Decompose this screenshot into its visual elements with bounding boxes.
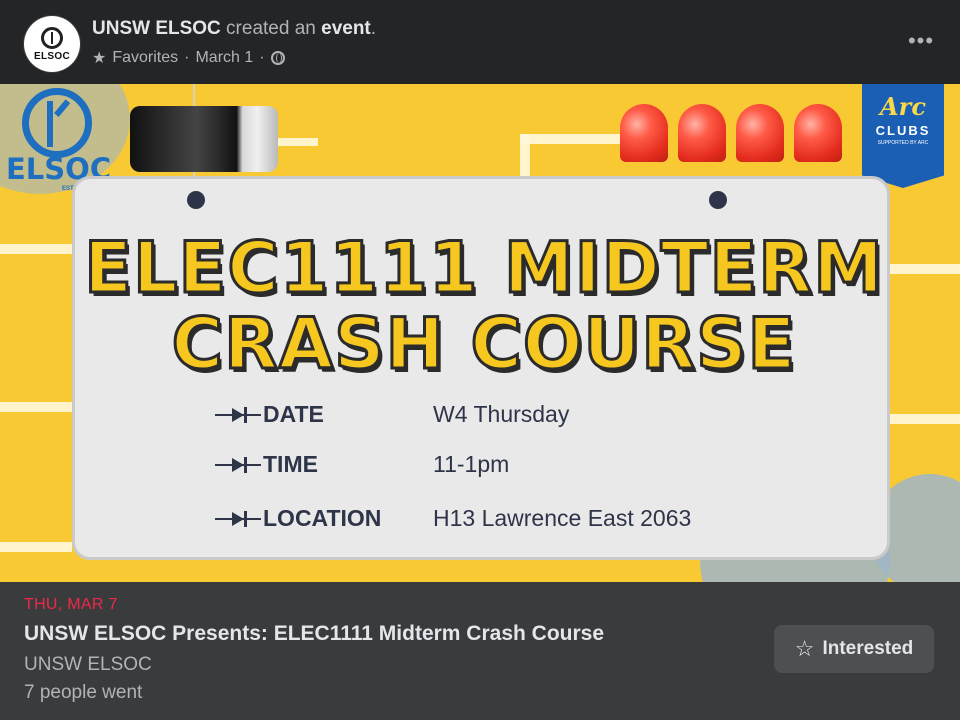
action-text: created an (220, 18, 322, 39)
led-icon (620, 104, 668, 162)
more-options-icon: ••• (907, 28, 935, 53)
diode-icon (215, 456, 261, 474)
action-end: . (370, 18, 377, 39)
meta-separator-2: · (259, 49, 265, 66)
event-sign-board: ELEC1111 MIDTERM CRASH COURSE DATE W4 Th… (72, 176, 890, 560)
info-row-location: LOCATION H13 Lawrence East 2063 (215, 505, 691, 532)
arc-logo-text: Arc (880, 92, 926, 121)
elsoc-emblem-icon (22, 88, 92, 158)
audience-label: Favorites (112, 49, 179, 66)
sign-title-line2: CRASH COURSE (170, 302, 797, 387)
info-value-time: 11-1pm (433, 451, 510, 477)
interested-button[interactable]: ☆ Interested (774, 625, 934, 673)
more-options-button[interactable]: ••• (904, 24, 938, 58)
event-details: THU, MAR 7 UNSW ELSOC Presents: ELEC1111… (0, 582, 960, 720)
event-date: THU, MAR 7 (24, 596, 118, 613)
post-date-link[interactable]: March 1 (195, 49, 253, 67)
page-avatar[interactable]: ELSOC (24, 16, 80, 72)
info-row-time: TIME 11-1pm (215, 451, 509, 478)
sign-pin (709, 191, 727, 209)
led-icon (678, 104, 726, 162)
circuit-trace (890, 264, 960, 274)
event-cover-image[interactable]: ELSOC EST. 1954 Arc CLUBS SUPPORTED BY A… (0, 84, 960, 582)
info-label-location: LOCATION (263, 505, 382, 531)
event-host: UNSW ELSOC (24, 654, 152, 675)
info-row-date: DATE W4 Thursday (215, 401, 569, 428)
sign-pin (187, 191, 205, 209)
circuit-trace (0, 402, 72, 412)
led-icon (736, 104, 784, 162)
event-attendance: 7 people went (24, 682, 143, 703)
elsoc-emblem-icon (41, 26, 63, 49)
arc-clubs-badge: Arc CLUBS SUPPORTED BY ARC (862, 84, 944, 188)
star-icon: ☆ (794, 636, 815, 661)
sign-title-line1: ELEC1111 MIDTERM (83, 226, 885, 311)
circuit-trace (520, 134, 630, 144)
diode-icon (215, 510, 261, 528)
info-label-time: TIME (263, 451, 318, 477)
circuit-trace (0, 244, 72, 254)
favorites-star-icon: ★ (92, 50, 107, 67)
arc-clubs-text: CLUBS (875, 123, 931, 138)
interested-label: Interested (822, 638, 914, 659)
diode-icon (215, 406, 261, 424)
event-title-link[interactable]: UNSW ELSOC Presents: ELEC1111 Midterm Cr… (24, 622, 604, 646)
post-header: ELSOC UNSW ELSOC created an event. ★ Fav… (0, 0, 960, 84)
meta-separator: · (184, 49, 190, 66)
circuit-trace (890, 414, 960, 424)
post-headline: UNSW ELSOC created an event. (92, 18, 376, 40)
info-label-date: DATE (263, 401, 324, 427)
circuit-trace (0, 542, 72, 552)
globe-icon (270, 51, 285, 65)
post-meta: ★ Favorites · March 1 · (92, 48, 285, 68)
event-link[interactable]: event (321, 18, 371, 39)
avatar-text: ELSOC (34, 50, 70, 62)
arc-small-text: SUPPORTED BY ARC (877, 140, 929, 146)
led-icon (794, 104, 842, 162)
circuit-trace (278, 138, 318, 146)
avatar-logo: ELSOC (28, 20, 76, 68)
info-value-location: H13 Lawrence East 2063 (433, 505, 692, 531)
page-name-link[interactable]: UNSW ELSOC (92, 18, 221, 39)
info-value-date: W4 Thursday (433, 401, 570, 427)
resistor-graphic (130, 106, 278, 172)
led-row (620, 104, 844, 164)
